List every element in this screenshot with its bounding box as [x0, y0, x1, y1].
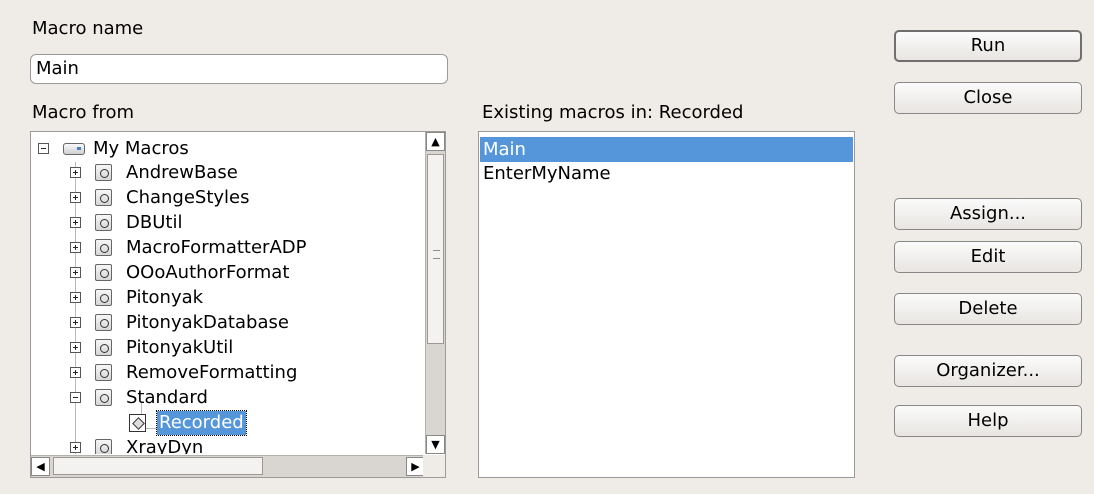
tree-root-label: My Macros	[93, 138, 189, 159]
expand-icon[interactable]	[70, 292, 81, 303]
macro-item-main[interactable]: Main	[480, 137, 853, 162]
macro-library-tree[interactable]: My Macros AndrewBase ChangeStyles DBUtil…	[30, 131, 446, 478]
drive-icon	[63, 143, 85, 155]
tree-item-label: Standard	[126, 387, 208, 408]
library-icon	[95, 364, 112, 381]
library-icon	[95, 339, 112, 356]
tree-item-oooauthorformat[interactable]: OOoAuthorFormat	[31, 261, 421, 285]
library-icon	[95, 189, 112, 206]
existing-macros-label: Existing macros in: Recorded	[482, 102, 744, 123]
tree-item-label: AndrewBase	[126, 162, 238, 183]
vertical-scroll-thumb[interactable]	[427, 154, 444, 344]
tree-vertical-scrollbar[interactable]: ▲ ▼	[425, 132, 445, 454]
scroll-up-icon[interactable]: ▲	[426, 132, 445, 151]
run-button[interactable]: Run	[894, 30, 1082, 62]
expand-icon[interactable]	[70, 367, 81, 378]
grip-icon	[433, 250, 440, 259]
tree-item-label-selected: Recorded	[156, 410, 247, 436]
expand-icon[interactable]	[70, 167, 81, 178]
tree-item-macroformatteradp[interactable]: MacroFormatterADP	[31, 236, 421, 260]
help-button[interactable]: Help	[894, 405, 1082, 437]
tree-item-pitonyakdatabase[interactable]: PitonyakDatabase	[31, 311, 421, 335]
expand-icon[interactable]	[70, 267, 81, 278]
assign-button[interactable]: Assign...	[894, 198, 1082, 230]
tree-item-changestyles[interactable]: ChangeStyles	[31, 186, 421, 210]
tree-item-dbutil[interactable]: DBUtil	[31, 211, 421, 235]
tree-item-recorded[interactable]: Recorded	[31, 410, 421, 436]
tree-item-removeformatting[interactable]: RemoveFormatting	[31, 361, 421, 385]
tree-item-label: DBUtil	[126, 212, 183, 233]
scrollbar-corner	[423, 455, 445, 477]
module-icon	[129, 414, 146, 432]
macro-name-label: Macro name	[32, 18, 144, 39]
tree-item-label: XrayDyn	[126, 437, 204, 454]
tree-item-pitonyakutil[interactable]: PitonyakUtil	[31, 336, 421, 360]
expand-icon[interactable]	[70, 342, 81, 353]
macro-name-input[interactable]: Main	[30, 54, 448, 84]
edit-button[interactable]: Edit	[894, 241, 1082, 273]
delete-button[interactable]: Delete	[894, 293, 1082, 325]
library-icon	[95, 264, 112, 281]
tree-item-pitonyak[interactable]: Pitonyak	[31, 286, 421, 310]
library-icon	[95, 239, 112, 256]
library-icon	[95, 214, 112, 231]
expand-icon[interactable]	[70, 217, 81, 228]
expand-icon[interactable]	[70, 242, 81, 253]
macro-from-label: Macro from	[32, 102, 135, 123]
collapse-icon[interactable]	[70, 392, 81, 403]
tree-item-label: PitonyakDatabase	[126, 312, 289, 333]
expand-icon[interactable]	[70, 442, 81, 453]
tree-item-label: MacroFormatterADP	[126, 237, 307, 258]
tree-item-label: OOoAuthorFormat	[126, 262, 290, 283]
tree-item-label: RemoveFormatting	[126, 362, 298, 383]
horizontal-scroll-thumb[interactable]	[53, 457, 263, 475]
tree-item-label: Pitonyak	[126, 287, 204, 308]
expand-icon[interactable]	[70, 317, 81, 328]
library-icon	[95, 289, 112, 306]
tree-root-my-macros[interactable]: My Macros	[31, 137, 421, 161]
close-button[interactable]: Close	[894, 82, 1082, 114]
library-icon	[95, 164, 112, 181]
library-icon	[95, 314, 112, 331]
tree-item-andrewbase[interactable]: AndrewBase	[31, 161, 421, 185]
tree-item-xraydyn[interactable]: XrayDyn	[31, 436, 421, 454]
tree-horizontal-scrollbar[interactable]: ◀ ▶	[31, 455, 425, 477]
existing-macros-list[interactable]: Main EnterMyName	[478, 131, 855, 478]
expand-icon[interactable]	[70, 192, 81, 203]
scroll-down-icon[interactable]: ▼	[426, 435, 445, 454]
tree-item-standard[interactable]: Standard	[31, 386, 421, 410]
tree-item-label: PitonyakUtil	[126, 337, 234, 358]
tree-item-label: ChangeStyles	[126, 187, 250, 208]
collapse-icon[interactable]	[38, 143, 49, 154]
scroll-left-icon[interactable]: ◀	[31, 457, 50, 476]
macro-item-entermyname[interactable]: EnterMyName	[480, 161, 853, 186]
organizer-button[interactable]: Organizer...	[894, 355, 1082, 387]
library-icon	[95, 439, 112, 454]
library-icon	[95, 389, 112, 406]
